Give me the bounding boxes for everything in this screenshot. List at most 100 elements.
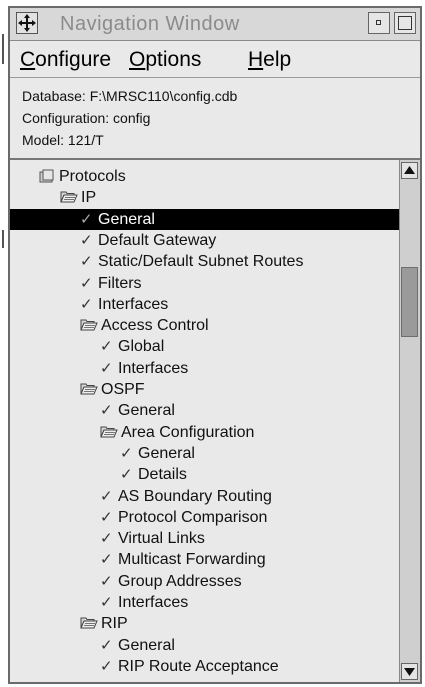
tree-node: ✓ RIP Route Acceptance [100,656,279,677]
tree-item[interactable]: Access Control [10,315,400,336]
arrow-up-icon [404,166,415,174]
tree-node: ✓ Multicast Forwarding [100,549,266,570]
tree-item[interactable]: ✓ AS Boundary Routing [10,486,400,507]
config-info-panel: Database: F:\MRSC110\config.cdb Configur… [10,78,420,160]
title-bar[interactable]: Navigation Window [10,8,420,41]
tree-item[interactable]: ✓ RIP Route Acceptance [10,656,400,677]
tree-node: ✓ General [120,443,195,464]
tree-item-label: Virtual Links [118,530,205,548]
tree-node: ✓ Filters [80,273,142,294]
window-title: Navigation Window [60,13,240,35]
tree-item[interactable]: ✓ Global [10,336,400,357]
tree-node: ✓ Details [120,464,187,485]
menu-configure[interactable]: Configure [20,48,111,72]
minimize-button[interactable] [368,12,390,34]
menu-help[interactable]: Help [248,48,291,72]
tree-item[interactable]: ✓ Filters [10,273,400,294]
diamond-arrows-icon [18,14,36,32]
checkmark-icon: ✓ [80,295,93,313]
tree-item[interactable]: ✓ Details [10,464,400,485]
maximize-icon [398,16,412,30]
open-folder-icon [100,425,118,438]
tree-item[interactable]: ✓ Protocol Comparison [10,507,400,528]
checkmark-icon: ✓ [100,657,113,675]
tree-item[interactable]: ✓ Interfaces [10,592,400,613]
checkmark-icon: ✓ [100,572,113,590]
tree-node: ✓ General [100,635,175,656]
tree-item[interactable]: ✓ Interfaces [10,294,400,315]
tree-item-label: RIP Route Acceptance [118,657,279,675]
tree-item[interactable]: ✓ General [10,400,400,421]
checkmark-icon: ✓ [100,594,113,611]
tree-item-label: Area Configuration [121,423,255,441]
tree-node: ✓ Static/Default Subnet Routes [80,251,303,272]
tree-node: IP [60,187,96,208]
checkmark-icon: ✓ [100,530,113,548]
checkmark-icon: ✓ [100,551,113,569]
tree-item[interactable]: Area Configuration [10,422,400,443]
tree-item-label: Group Addresses [118,572,242,590]
tree-node: ✓ General [100,400,175,421]
tree-item[interactable]: ✓ General [10,208,400,230]
scroll-up-button[interactable] [401,162,418,179]
checkmark-icon: ✓ [100,508,113,526]
navigation-tree: Protocols IP ✓ General ✓ Default Gateway ✓ Stat… [10,160,400,682]
tree-node: Access Control [80,315,209,336]
tree-node: ✓ General [80,209,155,230]
tree-item[interactable]: RIP [10,613,400,634]
menu-options[interactable]: Options [129,48,201,72]
tree-item-label: Interfaces [118,359,189,377]
tree-item-label: General [118,402,175,420]
checkmark-icon: ✓ [80,253,93,271]
model-name: Model: 121/T [22,132,104,148]
tree-item-label: General [118,636,175,654]
tree-node: ✓ Interfaces [100,592,188,613]
tree-node: OSPF [80,379,145,400]
tree-node: ✓ Default Gateway [80,230,216,251]
tree-item-label: RIP [101,615,128,633]
closed-folder-icon [38,169,56,183]
scroll-thumb[interactable] [401,267,418,337]
minimize-icon [376,20,381,25]
scroll-down-button[interactable] [401,663,418,680]
tree-item-label: Protocols [59,168,126,185]
tree-item[interactable]: ✓ Group Addresses [10,571,400,592]
tree-item-label: OSPF [101,381,145,398]
tree-node: ✓ Interfaces [80,294,168,315]
tree-item[interactable]: ✓ General [10,635,400,656]
tree-item[interactable]: IP [10,187,400,208]
checkmark-icon: ✓ [80,210,93,228]
tree-item[interactable]: ✓ Default Gateway [10,230,400,251]
tree-node: ✓ Interfaces [100,358,188,379]
checkmark-icon: ✓ [120,466,133,484]
tree-item[interactable]: ✓ Static/Default Subnet Routes [10,251,400,272]
tree-node: RIP [80,613,128,634]
vertical-scrollbar[interactable] [399,160,420,682]
tree-item[interactable]: OSPF [10,379,400,400]
tree-node: ✓ Group Addresses [100,571,242,592]
system-menu-button[interactable] [16,12,38,34]
tree-item[interactable]: ✓ Virtual Links [10,528,400,549]
tree-item[interactable]: ✓ Multicast Forwarding [10,549,400,570]
tree-item-label: Details [138,466,187,484]
tree-item-label: General [98,210,155,228]
open-folder-icon [80,382,98,395]
tree-item-label: Multicast Forwarding [118,551,266,569]
tree-item[interactable]: Protocols [10,166,400,187]
tree-item-label: Protocol Comparison [118,508,268,526]
checkmark-icon: ✓ [80,231,93,249]
open-folder-icon [60,190,78,203]
left-edge-mark [2,230,4,248]
maximize-button[interactable] [394,12,416,34]
tree-node: ✓ AS Boundary Routing [100,486,272,507]
tree-item-label: General [138,444,195,462]
tree-node: ✓ Protocol Comparison [100,507,267,528]
open-folder-icon [80,616,98,629]
tree-item[interactable]: ✓ Interfaces [10,358,400,379]
navigation-window: Navigation Window Configure Options Help… [8,6,422,684]
tree-node: Area Configuration [100,422,254,443]
arrow-down-icon [404,668,415,676]
checkmark-icon: ✓ [100,402,113,420]
tree-item[interactable]: ✓ General [10,443,400,464]
tree-item-label: IP [81,189,97,207]
